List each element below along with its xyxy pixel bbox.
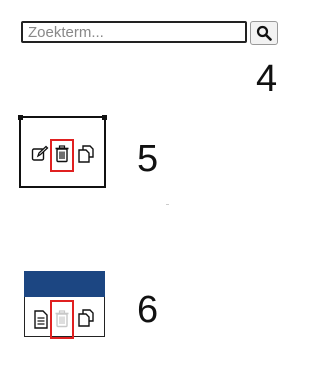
corner-marker [102, 115, 107, 120]
copy-button[interactable] [77, 308, 97, 328]
corner-marker [18, 115, 23, 120]
edit-button[interactable] [30, 144, 50, 164]
search-icon [256, 25, 272, 41]
annotation-number-4: 4 [256, 58, 278, 100]
search-button[interactable] [250, 21, 278, 45]
annotation-number-6: 6 [137, 289, 159, 331]
trash-icon [55, 310, 69, 328]
trash-icon [55, 145, 69, 163]
document-icon [34, 309, 48, 329]
copy-icon [78, 309, 94, 327]
view-document-button[interactable] [31, 309, 51, 329]
search-input[interactable] [21, 21, 247, 43]
panel-header-bar [24, 271, 105, 297]
delete-button-disabled[interactable] [52, 309, 72, 329]
stray-dot [166, 204, 169, 205]
copy-button[interactable] [77, 144, 97, 164]
annotation-number-5: 5 [137, 138, 159, 180]
edit-icon [31, 145, 49, 161]
delete-button[interactable] [52, 144, 72, 164]
copy-icon [78, 145, 94, 163]
panel-bottom-border [25, 336, 104, 337]
